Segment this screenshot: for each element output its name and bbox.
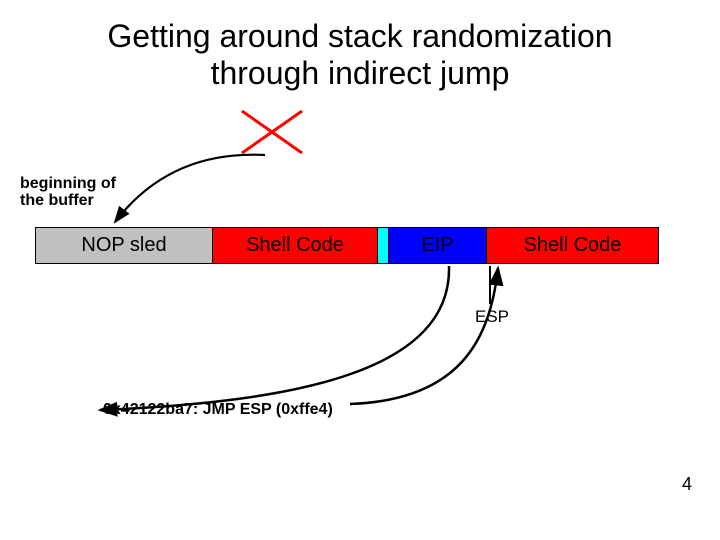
segment-eip: EIP <box>388 228 486 263</box>
arrow-jmp-to-shellcode <box>350 268 498 404</box>
segment-shell-code-2: Shell Code <box>486 228 658 263</box>
title-line-1: Getting around stack randomization <box>107 18 612 54</box>
jmp-esp-label: 0x42122ba7: JMP ESP (0xffe4) <box>103 401 333 419</box>
arrow-eip-to-jmp <box>100 266 449 410</box>
beginning-line-1: beginning of <box>20 175 116 192</box>
page-number: 4 <box>682 474 692 495</box>
beginning-of-buffer-label: beginning of the buffer <box>20 176 116 210</box>
segment-separator <box>377 228 388 263</box>
segment-nop-sled: NOP sled <box>36 228 212 263</box>
esp-label: ESP <box>475 307 509 327</box>
stack-layout: NOP sled Shell Code EIP Shell Code <box>35 227 659 264</box>
slide-title: Getting around stack randomization throu… <box>0 18 720 92</box>
title-line-2: through indirect jump <box>211 55 510 91</box>
segment-shell-code-1: Shell Code <box>212 228 377 263</box>
arrow-to-nop <box>115 155 265 222</box>
beginning-line-2: the buffer <box>20 192 94 209</box>
crossed-out-icon <box>238 107 306 157</box>
